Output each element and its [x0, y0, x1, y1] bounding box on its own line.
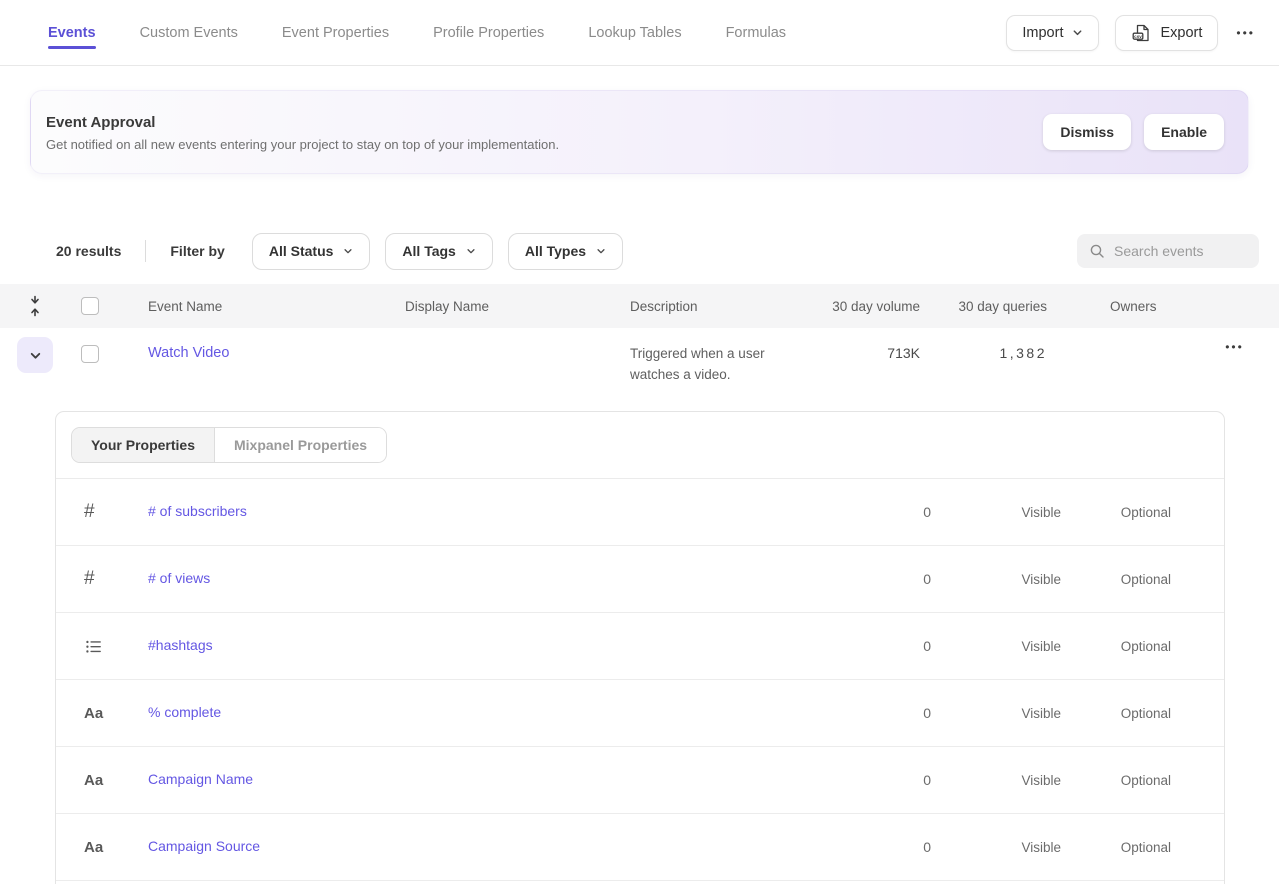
property-row: # # of views 0 Visible Optional — [56, 546, 1224, 613]
property-value: 0 — [791, 638, 931, 654]
property-name-link[interactable]: #hashtags — [148, 637, 213, 653]
property-value: 0 — [791, 504, 931, 520]
status-filter-label: All Status — [269, 243, 334, 259]
column-owners: Owners — [1047, 299, 1190, 314]
property-requirement: Optional — [1061, 773, 1224, 788]
tab-lookup-tables[interactable]: Lookup Tables — [588, 3, 681, 63]
tab-profile-properties[interactable]: Profile Properties — [433, 3, 544, 63]
column-30-day-volume: 30 day volume — [820, 299, 920, 314]
enable-button[interactable]: Enable — [1144, 114, 1224, 150]
search-input[interactable] — [1114, 243, 1244, 259]
property-value: 0 — [791, 772, 931, 788]
export-button-label: Export — [1160, 25, 1202, 41]
property-name-link[interactable]: # of views — [148, 570, 210, 586]
property-visibility: Visible — [931, 572, 1061, 587]
types-filter-dropdown[interactable]: All Types — [508, 233, 623, 270]
tab-mixpanel-properties[interactable]: Mixpanel Properties — [215, 428, 386, 462]
column-description: Description — [630, 299, 820, 314]
property-requirement: Optional — [1061, 706, 1224, 721]
property-row: Aa Campaign Name 0 Visible Optional — [56, 747, 1224, 814]
chevron-down-icon — [466, 246, 476, 256]
svg-text:csv: csv — [1135, 33, 1143, 38]
queries-cell: 1,382 — [920, 328, 1047, 361]
tab-formulas[interactable]: Formulas — [726, 3, 786, 63]
property-visibility: Visible — [931, 773, 1061, 788]
banner-description: Get notified on all new events entering … — [46, 137, 559, 152]
tab-custom-events[interactable]: Custom Events — [140, 3, 238, 63]
select-all-checkbox[interactable] — [81, 297, 99, 315]
more-options-button[interactable]: ••• — [1234, 20, 1257, 46]
properties-tab-group: Your Properties Mixpanel Properties — [71, 427, 387, 463]
import-button-label: Import — [1022, 25, 1063, 41]
property-visibility: Visible — [931, 706, 1061, 721]
import-button[interactable]: Import — [1006, 15, 1099, 51]
property-requirement: Optional — [1061, 840, 1224, 855]
collapse-row-button[interactable] — [17, 337, 53, 373]
tags-filter-dropdown[interactable]: All Tags — [385, 233, 492, 270]
column-30-day-queries: 30 day queries — [920, 299, 1047, 314]
property-visibility: Visible — [931, 840, 1061, 855]
filter-by-label: Filter by — [170, 243, 224, 259]
property-requirement: Optional — [1061, 639, 1224, 654]
property-value: 0 — [791, 839, 931, 855]
search-icon — [1089, 243, 1105, 259]
event-table-row: Watch Video Triggered when a user watche… — [0, 328, 1279, 393]
export-button[interactable]: csv Export — [1115, 15, 1218, 51]
chevron-down-icon — [343, 246, 353, 256]
property-requirement: Optional — [1061, 505, 1224, 520]
property-row: Aa % complete 0 Visible Optional — [56, 680, 1224, 747]
property-row: # # of subscribers 0 Visible Optional — [56, 479, 1224, 546]
tab-your-properties[interactable]: Your Properties — [72, 428, 215, 462]
property-value: 0 — [791, 571, 931, 587]
property-row: Aa Campaign Source 0 Visible Optional — [56, 814, 1224, 881]
property-requirement: Optional — [1061, 572, 1224, 587]
csv-file-icon: csv — [1131, 23, 1151, 43]
event-name-link[interactable]: Watch Video — [148, 328, 229, 361]
property-row: #hashtags 0 Visible Optional — [56, 613, 1224, 680]
volume-cell: 713K — [820, 328, 920, 361]
number-type-icon: # — [56, 501, 148, 523]
event-approval-banner: Event Approval Get notified on all new e… — [30, 90, 1249, 174]
property-name-link[interactable]: % complete — [148, 704, 221, 720]
column-event-name: Event Name — [148, 299, 405, 314]
row-checkbox[interactable] — [81, 345, 99, 363]
property-visibility: Visible — [931, 639, 1061, 654]
column-display-name: Display Name — [405, 299, 630, 314]
chevron-down-icon — [1072, 27, 1083, 38]
lexicon-tabs: Events Custom Events Event Properties Pr… — [48, 3, 786, 63]
event-properties-panel: Your Properties Mixpanel Properties # # … — [55, 411, 1225, 884]
property-name-link[interactable]: Campaign Name — [148, 771, 253, 787]
property-name-link[interactable]: Campaign Source — [148, 838, 260, 854]
events-table-header: Event Name Display Name Description 30 d… — [0, 284, 1279, 328]
text-type-icon: Aa — [56, 705, 148, 722]
text-type-icon: Aa — [56, 772, 148, 789]
search-events-box — [1077, 234, 1259, 268]
text-type-icon: Aa — [56, 839, 148, 856]
number-type-icon: # — [56, 568, 148, 590]
types-filter-label: All Types — [525, 243, 586, 259]
tab-events[interactable]: Events — [48, 3, 96, 63]
dismiss-button[interactable]: Dismiss — [1043, 114, 1131, 150]
property-value: 0 — [791, 705, 931, 721]
property-visibility: Visible — [931, 505, 1061, 520]
tab-event-properties[interactable]: Event Properties — [282, 3, 389, 63]
status-filter-dropdown[interactable]: All Status — [252, 233, 371, 270]
tags-filter-label: All Tags — [402, 243, 455, 259]
list-type-icon — [56, 637, 148, 656]
collapse-all-button[interactable] — [28, 295, 42, 317]
top-navigation: Events Custom Events Event Properties Pr… — [0, 0, 1279, 66]
results-count: 20 results — [56, 243, 121, 259]
description-cell: Triggered when a user watches a video. — [630, 328, 805, 385]
divider — [145, 240, 146, 262]
property-name-link[interactable]: # of subscribers — [148, 503, 247, 519]
banner-title: Event Approval — [46, 114, 559, 131]
chevron-down-icon — [596, 246, 606, 256]
filter-bar: 20 results Filter by All Status All Tags… — [0, 232, 1279, 270]
row-more-options-button[interactable]: ••• — [1223, 334, 1246, 360]
